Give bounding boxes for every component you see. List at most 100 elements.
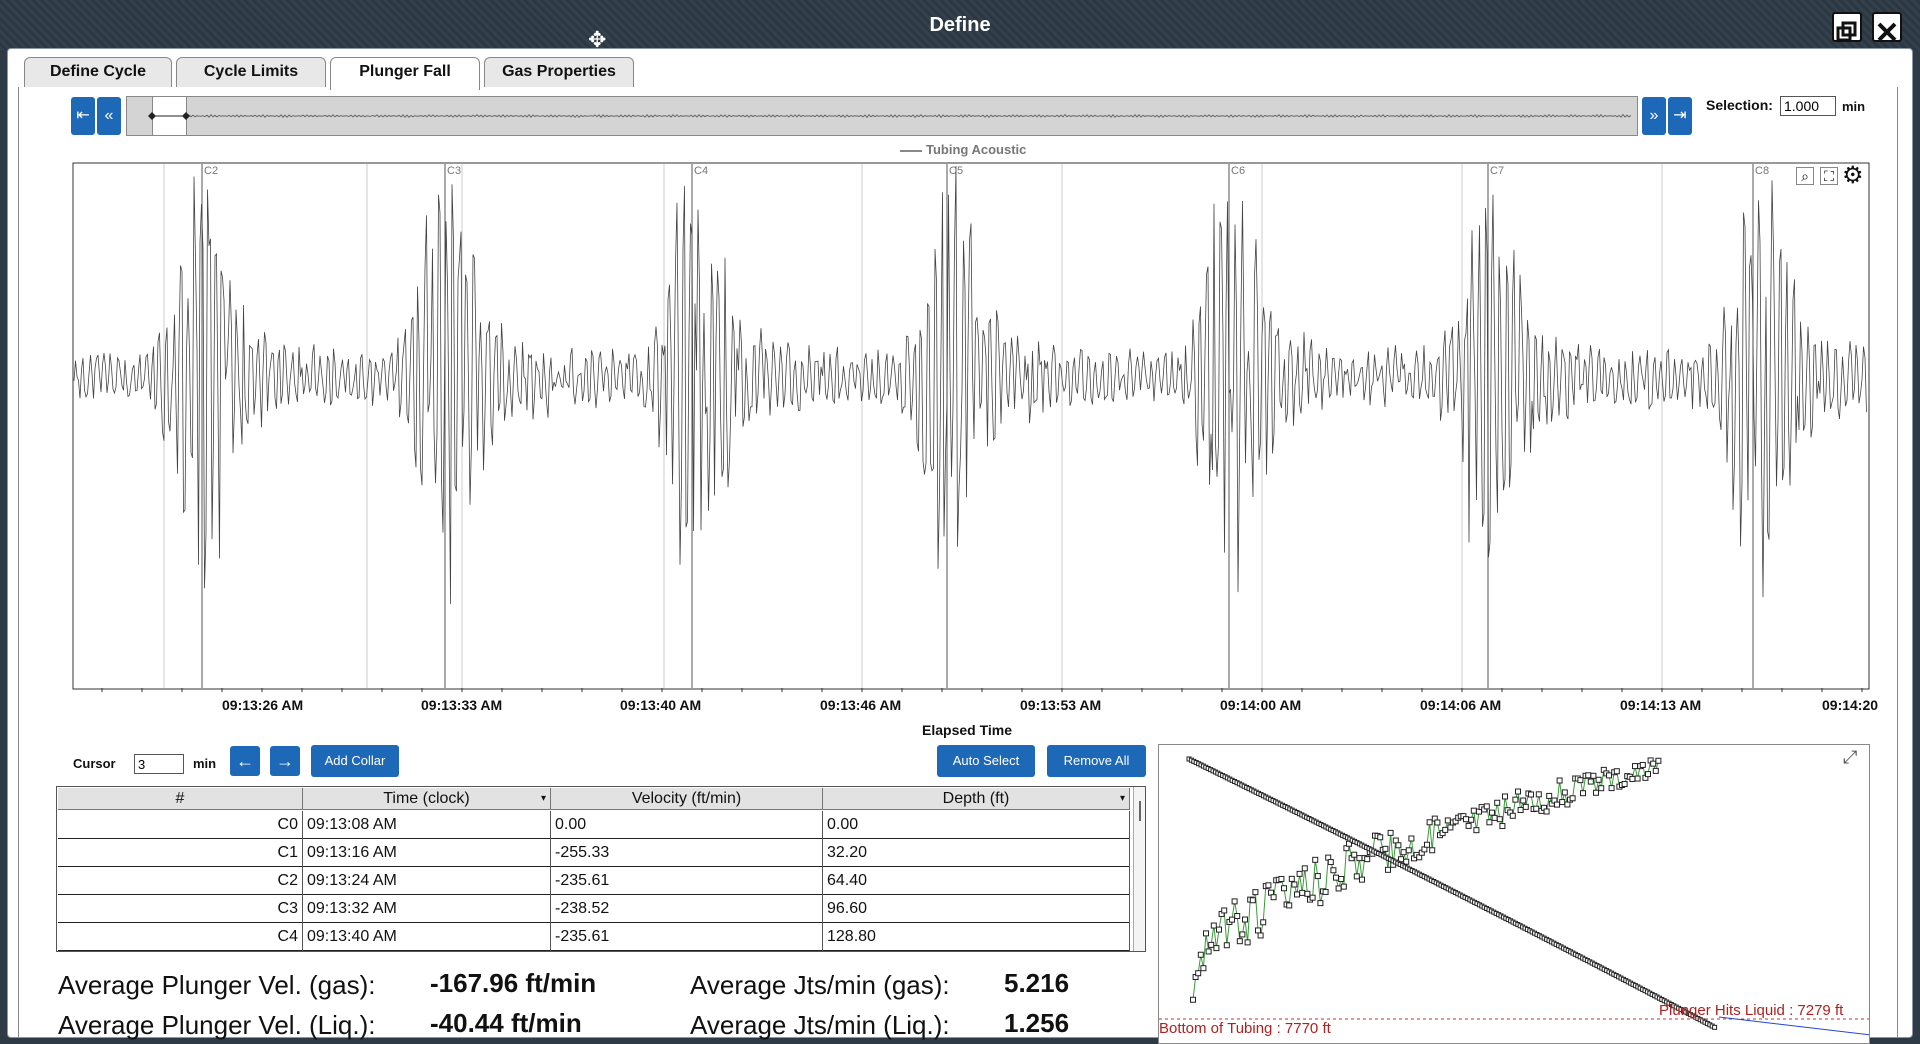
selection-label: Selection: xyxy=(1706,97,1773,113)
velocity-point xyxy=(1249,897,1256,904)
velocity-point xyxy=(1270,894,1277,901)
auto-select-button[interactable]: Auto Select xyxy=(937,745,1035,777)
velocity-point xyxy=(1291,881,1298,888)
velocity-point xyxy=(1613,768,1620,775)
velocity-point xyxy=(1554,801,1560,808)
velocity-point xyxy=(1593,789,1599,796)
table-row[interactable]: C4 09:13:40 AM -235.61 128.80 xyxy=(58,923,1130,951)
column-header-velocity[interactable]: Velocity (ft/min) xyxy=(551,788,823,810)
velocity-point xyxy=(1338,876,1345,883)
add-collar-button[interactable]: Add Collar xyxy=(311,745,399,777)
gear-icon[interactable]: ⚙ xyxy=(1842,164,1864,188)
table-header: # Time (clock) ▾ Velocity (ft/min) Depth … xyxy=(58,788,1130,810)
tab-gas-properties[interactable]: Gas Properties xyxy=(484,57,634,87)
restore-window-button[interactable] xyxy=(1832,12,1862,42)
column-header-depth[interactable]: Depth (ft) ▾ xyxy=(823,788,1130,810)
collar-marker-label: C6 xyxy=(1231,165,1245,177)
sort-arrow-icon: ▾ xyxy=(540,793,546,804)
thumb-handles[interactable] xyxy=(127,97,207,135)
velocity-point xyxy=(1520,797,1527,804)
fast-back-button[interactable]: « xyxy=(97,97,121,135)
velocity-point xyxy=(1304,890,1311,897)
column-header-number[interactable]: # xyxy=(58,788,303,810)
next-collar-button[interactable]: → xyxy=(270,746,300,776)
table-row[interactable]: C3 09:13:32 AM -238.52 96.60 xyxy=(58,895,1130,923)
cursor-input[interactable] xyxy=(134,754,184,774)
x-tick-label: 09:13:53 AM xyxy=(1020,697,1102,713)
velocity-point xyxy=(1382,845,1389,852)
depth-velocity-plot[interactable]: Plunger Hits Liquid : 7279 ft Bottom of … xyxy=(1158,744,1870,1044)
cursor-label: Cursor xyxy=(73,756,116,771)
table-cell-depth: 128.80 xyxy=(823,923,1130,951)
table-cell-time: 09:13:16 AM xyxy=(303,839,551,867)
close-window-button[interactable] xyxy=(1872,12,1902,42)
velocity-point xyxy=(1585,772,1592,779)
sort-arrow-icon: ▾ xyxy=(1119,793,1125,804)
table-cell-velocity: 0.00 xyxy=(551,811,823,839)
zoom-icon[interactable]: ⌕ xyxy=(1796,167,1814,185)
velocity-point xyxy=(1494,799,1501,806)
velocity-point xyxy=(1260,919,1267,926)
velocity-point xyxy=(1299,889,1306,896)
velocity-point xyxy=(1359,876,1365,883)
table-cell-time: 09:13:40 AM xyxy=(303,923,551,951)
velocity-point xyxy=(1387,829,1394,836)
table-cell-depth: 0.00 xyxy=(823,811,1130,839)
table-cell-time: 09:13:08 AM xyxy=(303,811,551,839)
table-cell-velocity: -235.61 xyxy=(551,923,823,951)
title-bar[interactable]: Define ✥ xyxy=(0,0,1920,51)
velocity-point xyxy=(1515,788,1521,795)
table-scrollbar[interactable] xyxy=(1133,787,1145,951)
velocity-point xyxy=(1533,805,1540,812)
table-row[interactable]: C2 09:13:24 AM -235.61 64.40 xyxy=(58,867,1130,895)
remove-all-button[interactable]: Remove All xyxy=(1047,745,1146,777)
velocity-point xyxy=(1213,945,1220,952)
table-cell-id: C2 xyxy=(58,867,303,895)
table-scroll-thumb[interactable] xyxy=(1139,801,1141,821)
collar-marker-label: C4 xyxy=(694,165,708,177)
table-row[interactable]: C1 09:13:16 AM -255.33 32.20 xyxy=(58,839,1130,867)
avg-vel-gas-label: Average Plunger Vel. (gas): xyxy=(58,970,376,1000)
prev-collar-button[interactable]: ← xyxy=(230,746,260,776)
x-tick-label: 09:13:40 AM xyxy=(620,697,702,713)
velocity-point xyxy=(1223,942,1230,949)
velocity-point xyxy=(1595,776,1602,783)
velocity-point xyxy=(1569,795,1576,802)
velocity-point xyxy=(1639,761,1646,768)
avg-jts-gas-label: Average Jts/min (gas): xyxy=(690,970,950,1000)
table-cell-id: C4 xyxy=(58,923,303,951)
velocity-point xyxy=(1546,792,1553,799)
fast-forward-button[interactable]: » xyxy=(1642,97,1666,135)
velocity-point xyxy=(1203,930,1209,937)
table-row[interactable]: C0 09:13:08 AM 0.00 0.00 xyxy=(58,811,1130,839)
velocity-point xyxy=(1208,941,1215,948)
column-header-time[interactable]: Time (clock) ▾ xyxy=(303,788,551,810)
x-tick-label: 09:14:20 xyxy=(1822,697,1879,713)
table-cell-depth: 96.60 xyxy=(823,895,1130,923)
collar-table[interactable]: # Time (clock) ▾ Velocity (ft/min) Depth … xyxy=(56,786,1146,952)
selection-input[interactable] xyxy=(1780,96,1836,116)
acoustic-chart[interactable]: C2 C3 C4 C5 C6 C7 C8 xyxy=(72,162,1872,702)
skip-last-button[interactable]: ⇥ xyxy=(1668,97,1692,135)
velocity-point xyxy=(1385,866,1391,873)
tab-cycle-limits[interactable]: Cycle Limits xyxy=(176,57,326,87)
x-tick-label: 09:13:26 AM xyxy=(222,697,304,713)
velocity-point xyxy=(1632,763,1638,770)
avg-vel-liq-value: -40.44 ft/min xyxy=(430,1008,582,1038)
velocity-point xyxy=(1634,775,1641,782)
velocity-point xyxy=(1491,814,1498,821)
velocity-point xyxy=(1426,819,1433,826)
close-icon xyxy=(1877,22,1897,42)
fit-icon[interactable]: ⛶ xyxy=(1820,167,1838,185)
velocity-point xyxy=(1395,842,1402,849)
x-tick-label: 09:13:33 AM xyxy=(421,697,503,713)
table-cell-id: C1 xyxy=(58,839,303,867)
expand-icon[interactable]: ⤢ xyxy=(1843,747,1857,768)
velocity-point xyxy=(1470,807,1477,814)
time-scrollbar[interactable] xyxy=(126,96,1638,136)
tab-define-cycle[interactable]: Define Cycle xyxy=(24,57,172,87)
skip-first-button[interactable]: ⇤ xyxy=(71,97,95,135)
velocity-point xyxy=(1229,916,1235,923)
tab-plunger-fall[interactable]: Plunger Fall xyxy=(330,57,480,90)
velocity-point xyxy=(1606,772,1612,779)
